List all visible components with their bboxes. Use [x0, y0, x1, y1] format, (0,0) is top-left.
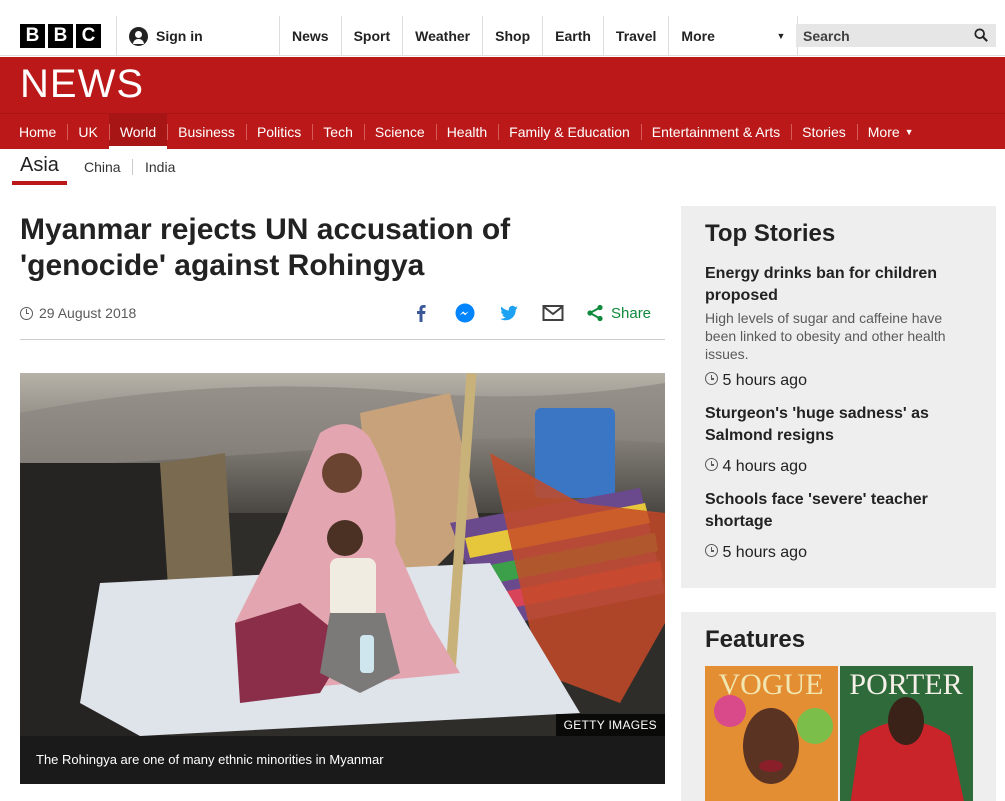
top-story-timestamp: 5 hours ago — [705, 544, 975, 562]
global-nav-news[interactable]: News — [279, 16, 341, 56]
share-icon — [587, 304, 603, 322]
headline-line: Myanmar rejects UN accusation of — [20, 213, 511, 246]
section-nav-more[interactable]: More ▼ — [856, 114, 925, 150]
bbc-logo[interactable]: B B C — [20, 24, 101, 48]
top-story-item[interactable]: Energy drinks ban for children proposed … — [705, 263, 975, 363]
section-nav-entertainment-arts[interactable]: Entertainment & Arts — [640, 114, 791, 150]
top-stories-title: Top Stories — [705, 220, 836, 247]
timestamp-label: 4 hours ago — [722, 458, 807, 475]
share-button[interactable]: Share — [586, 304, 651, 322]
top-stories-panel: Top Stories Energy drinks ban for childr… — [681, 206, 996, 588]
top-story-headline[interactable]: Schools face 'severe' teacher shortage — [705, 489, 975, 533]
global-nav: News Sport Weather Shop Earth Travel Mor… — [279, 16, 799, 56]
section-nav-politics[interactable]: Politics — [245, 114, 312, 150]
subnav-current-asia[interactable]: Asia — [12, 149, 67, 185]
search-input[interactable]: Search — [796, 24, 996, 47]
divider — [132, 159, 133, 175]
section-nav-science[interactable]: Science — [363, 114, 436, 150]
facebook-icon[interactable] — [410, 302, 432, 324]
date-label: 29 August 2018 — [39, 305, 137, 321]
image-caption: The Rohingya are one of many ethnic mino… — [20, 736, 665, 784]
section-nav-tech[interactable]: Tech — [312, 114, 364, 150]
global-nav-earth[interactable]: Earth — [542, 16, 603, 56]
feature-image-vogue[interactable]: VOGUE — [705, 666, 838, 801]
sign-in-label: Sign in — [156, 28, 203, 44]
top-story-summary: High levels of sugar and caffeine have b… — [705, 310, 946, 362]
story-image: GETTY IMAGES — [20, 373, 665, 736]
search-icon[interactable] — [974, 28, 988, 42]
section-nav-home[interactable]: Home — [8, 114, 67, 150]
section-nav-uk[interactable]: UK — [67, 114, 108, 150]
global-nav-shop[interactable]: Shop — [482, 16, 542, 56]
chevron-down-icon: ▼ — [776, 31, 786, 41]
clock-icon — [705, 458, 718, 471]
email-icon[interactable] — [542, 302, 564, 324]
feature-image-porter[interactable]: PORTER — [840, 666, 973, 801]
features-panel: Features VOGUE PORTER — [681, 612, 996, 801]
global-masthead: B B C Sign in News Sport Weather Shop Ea… — [0, 0, 1005, 56]
sign-in-link[interactable]: Sign in — [116, 16, 203, 56]
messenger-icon[interactable] — [454, 302, 476, 324]
global-nav-more-label: More — [681, 28, 715, 44]
magazine-masthead: VOGUE — [719, 668, 824, 701]
section-nav-world[interactable]: World — [108, 114, 168, 150]
secondary-nav: Asia China India — [0, 149, 1005, 185]
section-nav: Home UK World Business Politics Tech Sci… — [0, 113, 1005, 150]
twitter-icon[interactable] — [498, 302, 520, 324]
subnav-china[interactable]: China — [84, 159, 121, 175]
section-nav-stories[interactable]: Stories — [791, 114, 857, 150]
story-date: 29 August 2018 — [20, 305, 136, 321]
clock-icon — [20, 306, 33, 320]
story-headline: Myanmar rejects UN accusation of 'genoci… — [20, 212, 620, 284]
timestamp-label: 5 hours ago — [722, 544, 807, 561]
divider — [20, 339, 665, 340]
top-story-headline[interactable]: Energy drinks ban for children proposed — [705, 263, 975, 307]
image-credit: GETTY IMAGES — [555, 714, 665, 736]
magazine-masthead: PORTER — [849, 668, 962, 701]
search-placeholder: Search — [803, 27, 850, 44]
share-tools: Share — [410, 302, 651, 324]
top-story-headline[interactable]: Sturgeon's 'huge sadness' as Salmond res… — [705, 403, 975, 447]
rohingya-photo — [20, 373, 665, 736]
global-nav-more[interactable]: More ▼ — [668, 16, 799, 56]
news-banner: NEWS — [0, 57, 1005, 113]
clock-icon — [705, 544, 718, 557]
share-label: Share — [611, 304, 652, 322]
top-story-item[interactable]: Sturgeon's 'huge sadness' as Salmond res… — [705, 403, 975, 447]
global-nav-travel[interactable]: Travel — [602, 16, 668, 56]
features-title: Features — [705, 626, 806, 653]
section-nav-more-label: More — [867, 124, 900, 140]
global-nav-sport[interactable]: Sport — [340, 16, 403, 56]
logo-letter: B — [20, 24, 45, 48]
top-story-timestamp: 5 hours ago — [705, 372, 975, 390]
subnav-india[interactable]: India — [145, 159, 175, 175]
user-icon — [129, 26, 148, 46]
clock-icon — [705, 372, 718, 385]
top-story-timestamp: 4 hours ago — [705, 458, 975, 476]
headline-line: 'genocide' against Rohingya — [20, 249, 425, 282]
timestamp-label: 5 hours ago — [722, 372, 807, 389]
logo-letter: B — [48, 24, 73, 48]
news-logo[interactable]: NEWS — [20, 62, 144, 107]
global-nav-weather[interactable]: Weather — [402, 16, 482, 56]
section-nav-business[interactable]: Business — [167, 114, 246, 150]
section-nav-health[interactable]: Health — [435, 114, 498, 150]
caret-down-icon: ▼ — [904, 127, 914, 137]
section-nav-family-education[interactable]: Family & Education — [498, 114, 641, 150]
logo-letter: C — [76, 24, 101, 48]
top-story-item[interactable]: Schools face 'severe' teacher shortage — [705, 489, 975, 533]
